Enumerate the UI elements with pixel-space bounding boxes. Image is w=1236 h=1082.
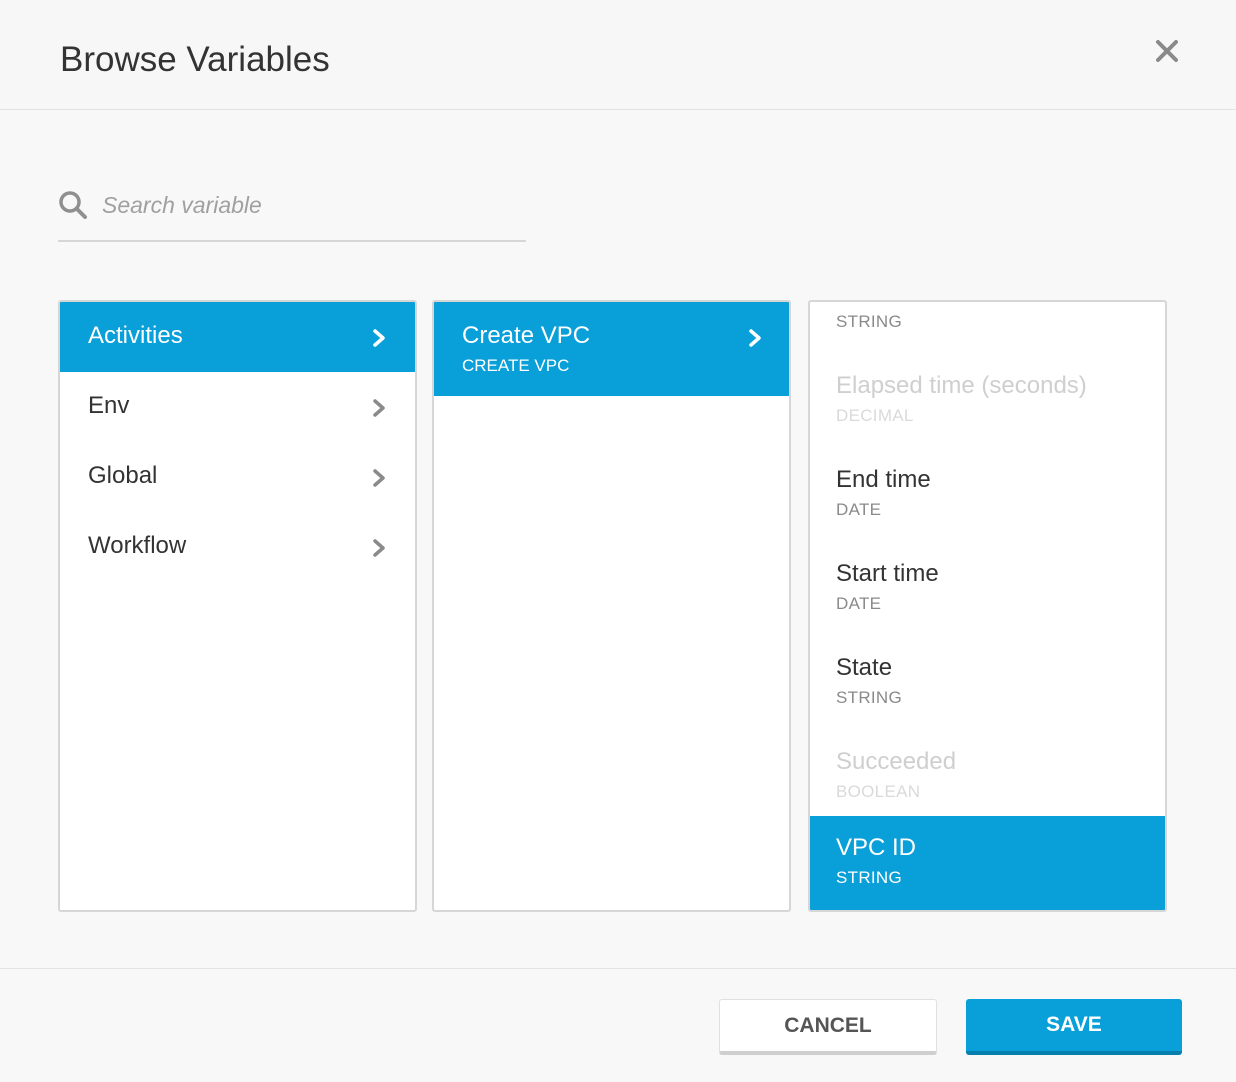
variable-item-end-time[interactable]: End time DATE <box>810 448 1165 542</box>
variable-name: End time <box>836 466 931 493</box>
search-icon <box>58 190 88 220</box>
category-label: Workflow <box>88 532 187 559</box>
category-column: Activities Env Global Workflow <box>58 300 417 912</box>
search-field <box>58 185 526 242</box>
variable-item-succeeded: Succeeded BOOLEAN <box>810 730 1165 824</box>
variable-type: BOOLEAN <box>836 782 921 801</box>
variable-item[interactable]: STRING <box>810 302 1165 354</box>
variable-type: DATE <box>836 594 882 613</box>
activity-sublabel: CREATE VPC <box>462 356 570 375</box>
close-icon[interactable] <box>1152 36 1182 66</box>
save-button[interactable]: SAVE <box>966 999 1182 1055</box>
activity-item-create-vpc[interactable]: Create VPC CREATE VPC <box>434 302 789 396</box>
search-input[interactable] <box>102 185 522 225</box>
dialog-header: Browse Variables <box>0 0 1236 110</box>
chevron-right-icon <box>746 328 764 348</box>
variable-list: STRING Elapsed time (seconds) DECIMAL En… <box>810 302 1165 910</box>
variable-name: State <box>836 654 893 681</box>
chevron-right-icon <box>370 538 388 558</box>
dialog-footer: CANCEL SAVE <box>0 968 1236 1082</box>
dialog-title: Browse Variables <box>60 40 330 79</box>
variable-item-state[interactable]: State STRING <box>810 636 1165 730</box>
variable-type: DECIMAL <box>836 406 914 425</box>
activity-label: Create VPC <box>462 322 591 349</box>
chevron-right-icon <box>370 468 388 488</box>
variable-item-start-time[interactable]: Start time DATE <box>810 542 1165 636</box>
category-item-workflow[interactable]: Workflow <box>60 512 415 582</box>
variable-name: Succeeded <box>836 748 957 775</box>
variable-type: STRING <box>836 312 903 331</box>
activity-column: Create VPC CREATE VPC <box>432 300 791 912</box>
variable-column: STRING Elapsed time (seconds) DECIMAL En… <box>808 300 1167 912</box>
category-label: Activities <box>88 322 183 349</box>
variable-type: STRING <box>836 688 903 707</box>
variable-name: Start time <box>836 560 939 587</box>
chevron-right-icon <box>370 328 388 348</box>
variable-type: DATE <box>836 500 882 519</box>
category-item-env[interactable]: Env <box>60 372 415 442</box>
variable-item-vpc-id[interactable]: VPC ID STRING <box>810 816 1165 910</box>
variable-name: Elapsed time (seconds) <box>836 372 1087 399</box>
category-label: Global <box>88 462 158 489</box>
variable-item-elapsed-time: Elapsed time (seconds) DECIMAL <box>810 354 1165 448</box>
variable-type: STRING <box>836 868 903 887</box>
variable-name: VPC ID <box>836 834 917 861</box>
category-item-global[interactable]: Global <box>60 442 415 512</box>
chevron-right-icon <box>370 398 388 418</box>
cancel-button[interactable]: CANCEL <box>719 999 937 1055</box>
category-label: Env <box>88 392 130 419</box>
category-item-activities[interactable]: Activities <box>60 302 415 372</box>
